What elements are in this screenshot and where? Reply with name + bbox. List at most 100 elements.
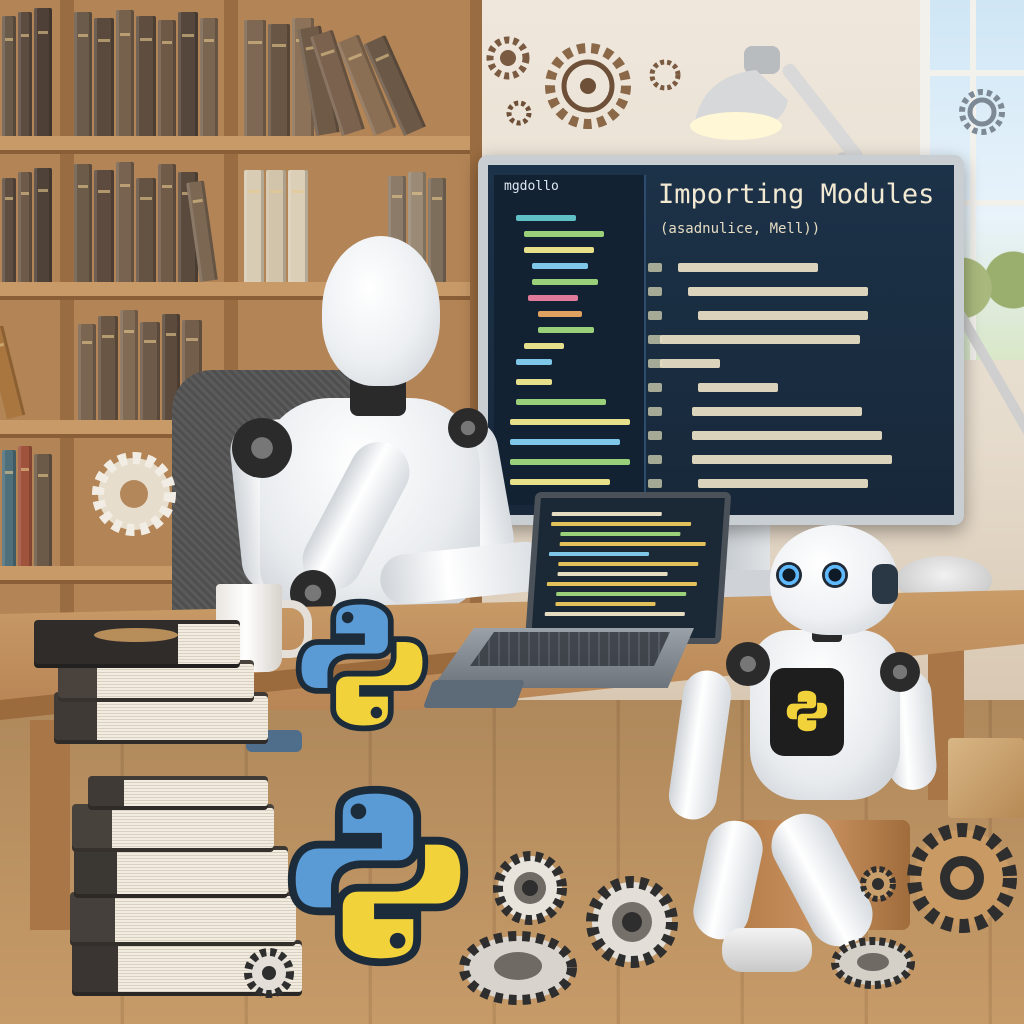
code-line (692, 455, 892, 464)
line-number (648, 431, 662, 440)
book-row (74, 0, 224, 136)
line-number (648, 383, 662, 392)
shelf-upright (60, 0, 74, 620)
book (34, 168, 52, 282)
tree-item (524, 231, 604, 237)
code-subheading: (asadnulice, Mell)) (660, 221, 821, 237)
window-rail (930, 70, 1024, 76)
stacked-book (70, 892, 296, 946)
file-tree-panel: mgdollo (494, 175, 646, 505)
gear-icon (959, 89, 1005, 135)
robot-shoulder-joint (448, 408, 488, 448)
laptop-screen (524, 492, 732, 644)
code-heading: Importing Modules (658, 179, 935, 210)
laptop-code-line (548, 552, 650, 556)
gear-icon (244, 948, 294, 998)
gear-icon (493, 851, 567, 925)
line-number (648, 287, 662, 296)
tree-item (516, 215, 576, 221)
smartphone (422, 680, 526, 708)
code-line (688, 287, 868, 296)
humanoid-robot-head (322, 236, 440, 386)
book (140, 322, 160, 420)
shelf-board (0, 136, 470, 154)
gear-icon (459, 931, 577, 1005)
code-line (660, 335, 860, 344)
line-number (648, 311, 662, 320)
book (136, 16, 156, 136)
tree-item (510, 439, 620, 445)
tree-item (524, 343, 564, 349)
small-robot-chest-panel (770, 668, 844, 756)
code-line (698, 479, 868, 488)
laptop-keyboard (470, 632, 670, 666)
laptop-code-line (558, 562, 699, 566)
book (18, 446, 32, 566)
gear-icon (907, 823, 1017, 933)
monitor: mgdollo Importing Modules (asadnulice, M… (478, 155, 964, 525)
laptop-code-line (544, 612, 685, 616)
code-line (692, 407, 862, 416)
tree-item (538, 327, 594, 333)
book (244, 20, 266, 136)
book (0, 325, 26, 420)
book-row (74, 154, 224, 282)
binder (266, 170, 286, 282)
laptop-code-line (546, 582, 698, 586)
book (200, 18, 218, 136)
binder (288, 170, 308, 282)
line-number (648, 407, 662, 416)
tree-item (516, 379, 552, 385)
gear-icon (92, 452, 176, 536)
small-robot-shoulder-joint (726, 642, 770, 686)
code-line (692, 431, 882, 440)
gear-icon (506, 100, 532, 126)
book-row (0, 154, 60, 282)
laptop-code-line (550, 522, 692, 526)
code-line (678, 263, 818, 272)
book (74, 12, 92, 136)
book (34, 454, 52, 566)
stacked-book (72, 804, 274, 852)
laptop-code-line (560, 532, 681, 536)
book (74, 164, 92, 282)
tree-item (532, 279, 598, 285)
python-logo-icon (786, 690, 828, 732)
code-line (660, 359, 720, 368)
gear-icon (545, 43, 631, 129)
line-number (648, 479, 662, 488)
laptop-code-line (557, 572, 668, 576)
tree-item (524, 247, 594, 253)
tree-item (510, 459, 630, 465)
line-number (648, 263, 662, 272)
gear-icon (649, 59, 681, 91)
book (178, 12, 198, 136)
book (2, 16, 16, 136)
book (116, 162, 134, 282)
book (2, 178, 16, 282)
book (116, 10, 134, 136)
small-robot-foot (722, 928, 812, 972)
laptop-code-line (559, 542, 706, 546)
gear-icon (586, 876, 678, 968)
laptop-code-line (556, 592, 687, 596)
tree-item (532, 263, 588, 269)
small-robot-eye (776, 562, 802, 588)
stacked-book (88, 776, 268, 810)
desk-leg (30, 720, 70, 930)
robot-shoulder-joint (232, 418, 292, 478)
small-robot-shoulder-joint (880, 652, 920, 692)
book (18, 12, 32, 136)
gear-icon (860, 866, 896, 902)
book (120, 310, 138, 420)
laptop-code-line (555, 602, 656, 606)
book-row (0, 438, 60, 566)
tree-item (510, 479, 610, 485)
cardboard-box (948, 738, 1024, 818)
code-line (698, 311, 868, 320)
desk-lamp-icon (690, 46, 788, 140)
book (18, 172, 32, 282)
monitor-screen: mgdollo Importing Modules (asadnulice, M… (488, 165, 954, 515)
code-line (698, 383, 778, 392)
gear-icon (831, 937, 915, 989)
